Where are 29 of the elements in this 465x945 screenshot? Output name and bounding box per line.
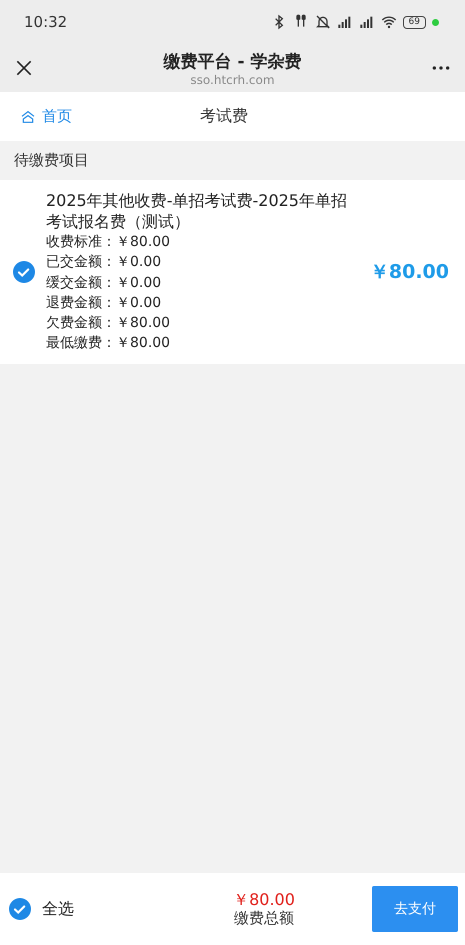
page-url: sso.htcrh.com [190, 72, 275, 86]
fee-detail: 欠费金额：￥80.00 [46, 314, 172, 334]
bell-muted-icon [314, 14, 331, 30]
checkbox[interactable] [8, 897, 32, 921]
fee-item[interactable]: 2025年其他收费-单招考试费-2025年单招考试报名费（测试） 收费标准：￥80.00 已交金额：￥0.00 缓交金额：￥0.00 退费金额：￥0.00 欠费金额：￥80.00 最低缴费：￥80.00 ￥80.00 [0, 180, 465, 364]
signal-icon [358, 14, 375, 30]
total-amount: ￥80.00 [233, 891, 295, 909]
item-title: 2025年其他收费-单招考试费-2025年单招考试报名费（测试） [46, 190, 348, 232]
status-dot [432, 18, 439, 26]
home-link[interactable]: 首页 [20, 107, 200, 126]
item-amount: ￥80.00 [370, 260, 449, 285]
status-time: 10:32 [24, 13, 68, 31]
fee-detail: 最低缴费：￥80.00 [46, 334, 172, 354]
signal-icon [336, 14, 353, 30]
pay-button[interactable]: 去支付 [372, 886, 458, 932]
fee-detail: 收费标准：￥80.00 [46, 233, 172, 252]
section-heading: 待缴费项目 [13, 150, 90, 171]
fee-detail: 缓交金额：￥0.00 [46, 274, 162, 293]
home-icon [20, 108, 36, 124]
total-label: 缴费总额 [234, 909, 294, 927]
fee-detail: 退费金额：￥0.00 [46, 294, 162, 313]
select-all-label: 全选 [42, 898, 74, 920]
checkbox[interactable] [12, 260, 36, 284]
wifi-icon [380, 14, 397, 30]
battery-level: 69 [402, 16, 426, 28]
close-icon[interactable] [14, 58, 34, 78]
page-title: 考试费 [200, 106, 248, 127]
fee-detail: 已交金额：￥0.00 [46, 253, 162, 272]
window-title: 缴费平台 - 学杂费 [164, 50, 302, 72]
